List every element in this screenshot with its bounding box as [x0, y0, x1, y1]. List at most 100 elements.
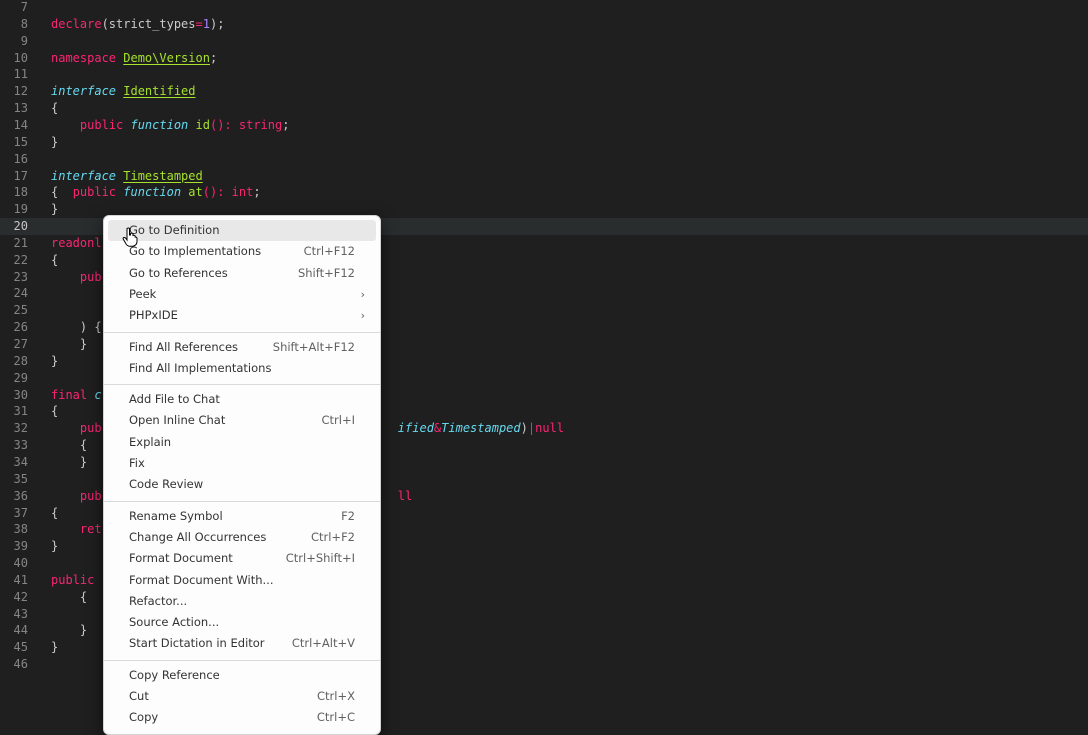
code-token: Timestamped: [123, 168, 203, 183]
menu-item-fix[interactable]: Fix: [108, 453, 376, 474]
line-number: 20: [13, 219, 28, 234]
menu-item-go-to-implementations[interactable]: Go to Implementations Ctrl+F12: [108, 241, 376, 262]
code-line[interactable]: 11: [0, 66, 1088, 83]
code-token: }: [51, 454, 88, 469]
code-token: ret: [51, 522, 102, 537]
code-text: {: [51, 589, 87, 606]
line-number: 19: [13, 202, 28, 217]
menu-item-change-all-occurrences[interactable]: Change All Occurrences Ctrl+F2: [108, 527, 376, 548]
menu-item-start-dictation-in-editor[interactable]: Start Dictation in Editor Ctrl+Alt+V: [108, 633, 376, 654]
line-number: 14: [13, 117, 28, 132]
menu-separator: [104, 331, 380, 333]
code-line[interactable]: 17 interface Timestamped: [0, 168, 1088, 185]
code-line[interactable]: 12 interface Identified: [0, 83, 1088, 100]
line-number: 8: [20, 16, 28, 31]
menu-item-phpxide[interactable]: PHPxIDE ›: [108, 305, 376, 326]
code-text: {: [51, 100, 58, 117]
menu-item-go-to-references[interactable]: Go to References Shift+F12: [108, 263, 376, 284]
code-token: namespace: [51, 50, 124, 65]
line-number: 34: [13, 454, 28, 469]
code-token: interface: [51, 84, 124, 99]
code-text: readonl: [51, 235, 102, 252]
menu-item-label: Cut: [129, 689, 149, 703]
menu-item-add-file-to-chat[interactable]: Add File to Chat: [108, 389, 376, 410]
menu-item-label: Go to References: [129, 265, 228, 280]
code-line[interactable]: 14 public function id(): string;: [0, 117, 1088, 134]
keyboard-shortcut: Ctrl+Alt+V: [291, 636, 355, 651]
line-number: 45: [13, 640, 28, 655]
line-number: 31: [13, 404, 28, 419]
code-text: namespace Demo\Version;: [51, 50, 217, 67]
menu-item-label: Rename Symbol: [129, 508, 223, 523]
line-number: 9: [20, 33, 28, 48]
menu-item-open-inline-chat[interactable]: Open Inline Chat Ctrl+I: [108, 410, 376, 431]
code-text: {: [51, 252, 58, 269]
code-token: int: [231, 185, 254, 200]
code-line[interactable]: 8 declare(strict_types=1);: [0, 16, 1088, 33]
code-text: [51, 302, 80, 319]
line-number: 30: [13, 387, 28, 402]
menu-item-source-action[interactable]: Source Action...: [108, 612, 376, 633]
code-token: );: [209, 16, 225, 31]
line-number: 36: [13, 488, 28, 503]
code-text: }: [51, 201, 58, 218]
code-token: function: [123, 185, 189, 200]
code-token: pub: [51, 488, 102, 503]
code-token: public: [51, 572, 95, 587]
line-number: 12: [13, 84, 28, 99]
code-line[interactable]: 7: [0, 0, 1088, 16]
code-token: ) {: [51, 320, 102, 335]
code-token: {: [51, 589, 88, 604]
code-line[interactable]: 9: [0, 33, 1088, 50]
menu-item-label: Add File to Chat: [129, 392, 220, 407]
menu-item-label: Copy Reference: [129, 667, 220, 682]
line-number: 11: [13, 67, 28, 82]
menu-item-label: Start Dictation in Editor: [129, 636, 265, 651]
menu-item-peek[interactable]: Peek ›: [108, 284, 376, 305]
menu-item-copy-reference[interactable]: Copy Reference: [108, 665, 376, 686]
code-token: 1: [202, 16, 210, 31]
chevron-right-icon: ›: [360, 287, 365, 301]
menu-item-label: Format Document With...: [129, 572, 274, 587]
line-number: 23: [13, 269, 28, 284]
code-line[interactable]: 15}: [0, 134, 1088, 151]
menu-item-copy[interactable]: Copy Ctrl+C: [108, 707, 376, 728]
menu-item-label: PHPxIDE: [129, 308, 178, 323]
code-token: =: [195, 16, 203, 31]
line-number: 15: [13, 134, 28, 149]
menu-item-label: Find All Implementations: [129, 360, 272, 375]
code-token: public: [72, 185, 124, 200]
code-token: interface: [51, 168, 124, 183]
code-token: at: [188, 185, 203, 200]
menu-item-refactor[interactable]: Refactor...: [108, 591, 376, 612]
code-token: Timestamped: [441, 421, 521, 436]
menu-item-go-to-definition[interactable]: Go to Definition: [108, 220, 376, 241]
menu-item-find-all-implementations[interactable]: Find All Implementations: [108, 358, 376, 379]
code-text: public: [51, 572, 94, 589]
code-token: pub: [51, 421, 102, 436]
code-line[interactable]: 10 namespace Demo\Version;: [0, 50, 1088, 67]
line-number: 43: [13, 606, 28, 621]
menu-item-cut[interactable]: Cut Ctrl+X: [108, 686, 376, 707]
line-number: 37: [13, 505, 28, 520]
code-line[interactable]: 13 {: [0, 100, 1088, 117]
code-text: { public function at(): int;: [51, 184, 261, 201]
menu-item-code-review[interactable]: Code Review: [108, 474, 376, 495]
menu-item-rename-symbol[interactable]: Rename Symbol F2: [108, 506, 376, 527]
line-number: 16: [13, 151, 28, 166]
line-number: 17: [13, 168, 28, 183]
menu-item-format-document-with[interactable]: Format Document With...: [108, 570, 376, 591]
code-line[interactable]: 16: [0, 151, 1088, 168]
line-number: 22: [13, 252, 28, 267]
line-number: 10: [13, 50, 28, 65]
keyboard-shortcut: Shift+Alt+F12: [272, 339, 355, 354]
code-token: ;: [209, 50, 218, 65]
line-number: 46: [13, 657, 28, 672]
menu-item-find-all-references[interactable]: Find All References Shift+Alt+F12: [108, 337, 376, 358]
code-line[interactable]: 18 { public function at(): int;: [0, 184, 1088, 201]
menu-item-explain[interactable]: Explain: [108, 432, 376, 453]
code-text: }: [51, 454, 87, 471]
menu-item-label: Go to Implementations: [129, 244, 262, 259]
code-token: Identified: [123, 84, 196, 99]
menu-item-format-document[interactable]: Format Document Ctrl+Shift+I: [108, 548, 376, 569]
